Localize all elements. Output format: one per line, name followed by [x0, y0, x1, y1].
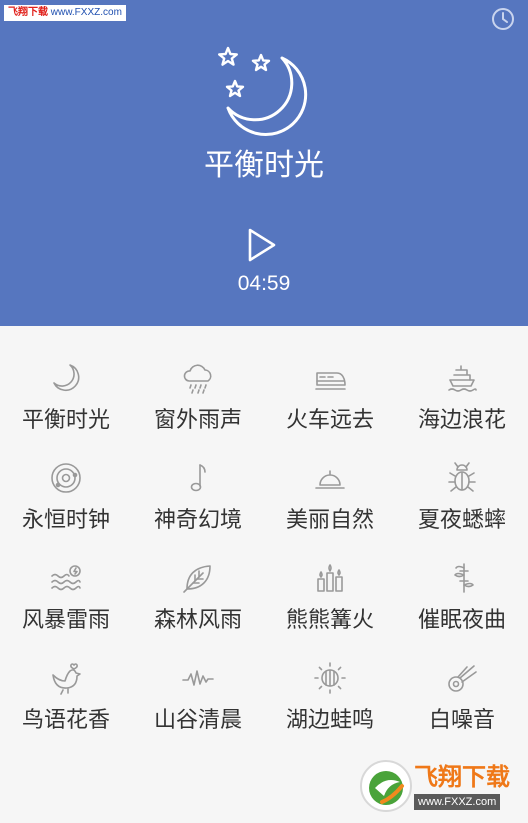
sound-label: 火车远去 [285, 408, 374, 433]
sound-label: 夏夜蟋蟀 [417, 508, 506, 533]
comet-icon [448, 665, 477, 692]
orbit-icon [51, 463, 81, 493]
sound-item[interactable]: 湖边蛙鸣 [264, 642, 396, 742]
leaf-icon [183, 565, 211, 593]
sound-item[interactable]: 火车远去 [264, 342, 396, 442]
sound-label: 山谷清晨 [153, 708, 242, 733]
ship-icon [448, 365, 477, 392]
sound-label: 森林风雨 [153, 608, 242, 633]
watermark-top: 飞翔下载 www.FXXZ.com [4, 5, 126, 21]
clock-icon[interactable] [490, 6, 516, 32]
sound-label: 催眠夜曲 [417, 608, 506, 633]
now-playing-header: 飞翔下载 www.FXXZ.com 平衡时光 04:59 [0, 0, 528, 326]
candles-icon [317, 564, 343, 592]
bug-icon [448, 462, 476, 492]
sound-item[interactable]: 美丽自然 [264, 442, 396, 542]
countdown-time: 04:59 [237, 272, 291, 295]
rain-cloud-icon [183, 364, 212, 394]
moon-icon [53, 364, 80, 392]
sound-item[interactable]: 风暴雷雨 [0, 542, 132, 642]
watermark-bottom: 飞翔下载 www.FXXZ.com [360, 760, 520, 815]
sound-label: 熊熊篝火 [285, 608, 374, 633]
play-icon[interactable] [242, 226, 278, 264]
sound-item[interactable]: 催眠夜曲 [396, 542, 528, 642]
watermark-brand: 飞翔下载 [414, 763, 510, 791]
train-icon [315, 372, 346, 390]
storm-waves-icon [51, 565, 81, 591]
sound-item[interactable]: 森林风雨 [132, 542, 264, 642]
sound-label: 风暴雷雨 [21, 608, 110, 633]
sound-item[interactable]: 海边浪花 [396, 342, 528, 442]
sunset-icon [315, 470, 345, 489]
sound-item[interactable]: 熊熊篝火 [264, 542, 396, 642]
watermark-logo-icon [360, 760, 412, 812]
watermark-top-label: 飞翔下载 [8, 7, 48, 18]
sound-label: 平衡时光 [21, 408, 110, 433]
sun-icon [314, 662, 346, 694]
track-title: 平衡时光 [204, 148, 324, 183]
sound-item[interactable]: 平衡时光 [0, 342, 132, 442]
sound-item[interactable]: 鸟语花香 [0, 642, 132, 742]
waveform-icon [182, 670, 214, 686]
sound-label: 白噪音 [428, 708, 495, 733]
sound-label: 神奇幻境 [153, 508, 242, 533]
watermark-top-url: www.FXXZ.com [50, 7, 122, 18]
sound-label: 鸟语花香 [21, 708, 110, 733]
sound-label: 窗外雨声 [153, 408, 242, 433]
sound-item[interactable]: 窗外雨声 [132, 342, 264, 442]
sound-label: 永恒时钟 [21, 508, 110, 533]
sound-item[interactable]: 白噪音 [396, 642, 528, 742]
music-note-icon [190, 464, 206, 492]
bamboo-icon [454, 563, 474, 593]
bird-icon [52, 663, 81, 695]
sound-item[interactable]: 山谷清晨 [132, 642, 264, 742]
sound-item[interactable]: 永恒时钟 [0, 442, 132, 542]
sound-item[interactable]: 神奇幻境 [132, 442, 264, 542]
watermark-url: www.FXXZ.com [414, 794, 501, 810]
sound-label: 湖边蛙鸣 [285, 708, 374, 733]
moon-stars-icon [208, 44, 318, 139]
sound-label: 海边浪花 [417, 408, 506, 433]
sound-item[interactable]: 夏夜蟋蟀 [396, 442, 528, 542]
sound-grid: 平衡时光 窗外雨声 火车远去 海边浪花 永恒时钟 神奇幻境 美丽自然 夏夜蟋蟀 … [0, 342, 528, 742]
sound-label: 美丽自然 [285, 508, 374, 533]
